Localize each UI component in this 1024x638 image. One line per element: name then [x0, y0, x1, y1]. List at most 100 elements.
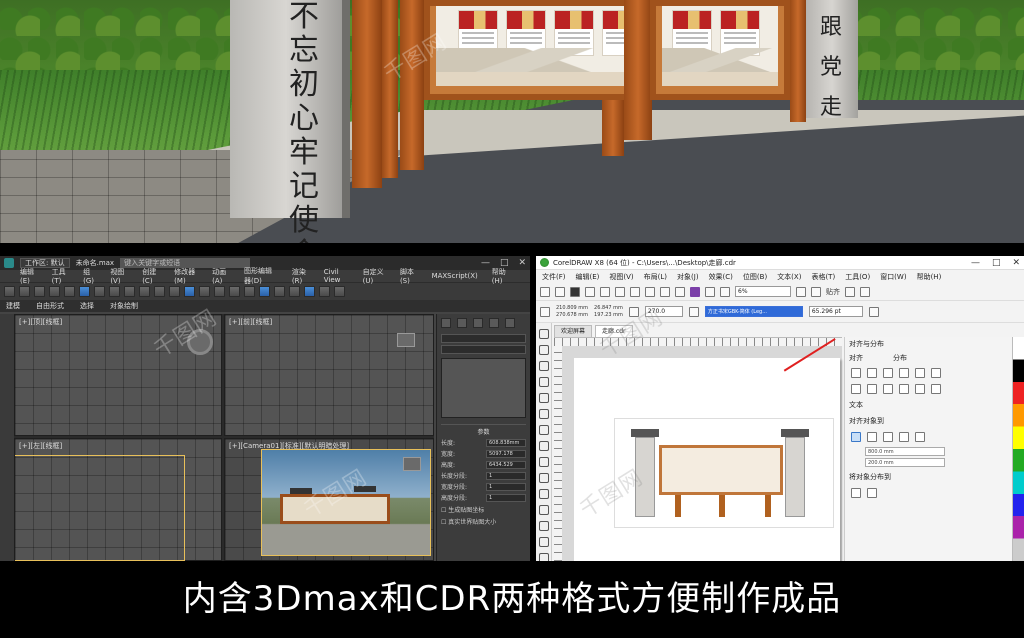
distribute-left-icon[interactable] [899, 368, 909, 378]
import-icon[interactable] [690, 286, 700, 297]
minimize-icon[interactable]: — [971, 258, 980, 268]
zoom-tool-icon[interactable] [538, 377, 549, 387]
object-name-field[interactable] [441, 334, 526, 343]
rectangle-tool-icon[interactable] [538, 425, 549, 435]
ribbon-tab[interactable]: 对象绘制 [110, 301, 138, 311]
render-setup-icon[interactable] [304, 286, 315, 297]
rect-select-icon[interactable] [109, 286, 120, 297]
pick-tool-icon[interactable] [538, 329, 549, 339]
parameter-value-field[interactable]: 1 [486, 482, 526, 491]
cdr-drawing-area[interactable] [554, 337, 842, 561]
menu-item[interactable]: 窗口(W) [880, 272, 906, 282]
print-icon[interactable] [585, 286, 595, 297]
align-right-icon[interactable] [883, 368, 893, 378]
color-palette[interactable] [1012, 337, 1024, 561]
distribute-bottom-icon[interactable] [931, 384, 941, 394]
menu-item[interactable]: 效果(C) [709, 272, 733, 282]
viewport-label[interactable]: [+][前][线框] [229, 317, 272, 327]
shape-tool-icon[interactable] [538, 345, 549, 355]
viewport-camera[interactable]: [+][Camera01][标准][默认明暗处理] [224, 438, 434, 561]
align-icon[interactable] [244, 286, 255, 297]
position-fields[interactable]: 210.809 mm 270.678 mm [556, 305, 588, 319]
menu-item[interactable]: 视图(V) [110, 267, 128, 285]
ribbon-tab[interactable]: 自由形式 [36, 301, 64, 311]
parallel-dimension-icon[interactable] [538, 489, 549, 499]
menu-item[interactable]: 编辑(E) [20, 267, 38, 285]
artistic-media-icon[interactable] [538, 409, 549, 419]
undo-icon[interactable] [645, 286, 655, 297]
menu-item[interactable]: 文本(X) [777, 272, 801, 282]
modifier-list[interactable] [441, 345, 526, 354]
rulers-icon[interactable] [811, 286, 821, 297]
hierarchy-tab-icon[interactable] [473, 318, 483, 328]
parameter-value-field[interactable]: 6434.529 [486, 460, 526, 469]
ribbon-tab[interactable]: 选择 [80, 301, 94, 311]
generate-mapping-checkbox[interactable]: ☐ 生成贴图坐标 [441, 505, 526, 514]
display-tab-icon[interactable] [505, 318, 515, 328]
pivot-icon[interactable] [169, 286, 180, 297]
eyedropper-icon[interactable] [538, 553, 549, 561]
launch-icon[interactable] [860, 286, 870, 297]
modifier-stack[interactable] [441, 358, 526, 418]
menu-item[interactable]: 工具(O) [845, 272, 870, 282]
active-objects-icon[interactable] [851, 432, 861, 442]
extent-of-page-icon[interactable] [867, 488, 877, 498]
size-fields[interactable]: 26.847 mm 197.23 mm [594, 305, 623, 319]
menu-item[interactable]: 视图(V) [609, 272, 633, 282]
align-left-icon[interactable] [851, 368, 861, 378]
open-icon[interactable] [555, 286, 565, 297]
close-icon[interactable]: ✕ [1012, 258, 1020, 268]
menu-item[interactable]: 表格(T) [811, 272, 835, 282]
viewport-left[interactable]: [+][左][线框] [14, 438, 222, 561]
bind-icon[interactable] [64, 286, 75, 297]
menu-item[interactable]: Civil View [324, 268, 349, 284]
link-icon[interactable] [34, 286, 45, 297]
viewport-label[interactable]: [+][顶][线框] [19, 317, 62, 327]
menu-item[interactable]: 创建(C) [142, 267, 160, 285]
grid-icon[interactable] [915, 432, 925, 442]
rotation-field[interactable]: 270.0 [644, 306, 683, 317]
width-field[interactable]: 26.847 mm [594, 305, 623, 312]
select-icon[interactable] [79, 286, 90, 297]
options-icon[interactable] [845, 286, 855, 297]
text-tool-icon[interactable] [538, 473, 549, 483]
maximize-icon[interactable]: □ [992, 258, 1001, 268]
scale-icon[interactable] [154, 286, 165, 297]
mirror-icon[interactable] [688, 306, 699, 317]
parameter-value-field[interactable]: 608.838mm [486, 438, 526, 447]
shadow-tool-icon[interactable] [538, 521, 549, 531]
polygon-tool-icon[interactable] [538, 457, 549, 467]
render-icon[interactable] [319, 286, 330, 297]
paste-icon[interactable] [630, 286, 640, 297]
vertical-ruler[interactable] [554, 346, 562, 561]
menu-item[interactable]: MAXScript(X) [432, 272, 478, 280]
viewcube-icon[interactable] [397, 333, 415, 347]
height-field[interactable]: 197.23 mm [594, 312, 623, 319]
select-by-name-icon[interactable] [94, 286, 105, 297]
parameter-value-field[interactable]: 1 [486, 493, 526, 502]
distribute-right-icon[interactable] [931, 368, 941, 378]
menu-item[interactable]: 帮助(H) [917, 272, 942, 282]
parameter-value-field[interactable]: 1 [486, 471, 526, 480]
render-frame-icon[interactable] [334, 286, 345, 297]
move-icon[interactable] [124, 286, 135, 297]
viewcube-icon[interactable] [403, 457, 421, 471]
cut-icon[interactable] [600, 286, 610, 297]
align-top-icon[interactable] [851, 384, 861, 394]
align-bottom-icon[interactable] [883, 384, 893, 394]
transparency-tool-icon[interactable] [538, 537, 549, 547]
menu-item[interactable]: 编辑(E) [576, 272, 600, 282]
search-icon[interactable] [675, 286, 685, 297]
menu-item[interactable]: 渲染(R) [292, 267, 310, 285]
fullscreen-icon[interactable] [796, 286, 806, 297]
menu-item[interactable]: 组(G) [83, 267, 96, 285]
menu-item[interactable]: 位图(B) [743, 272, 767, 282]
y-position-field[interactable]: 200.0 mm [865, 458, 945, 467]
crop-tool-icon[interactable] [538, 361, 549, 371]
viewport-label[interactable]: [+][左][线框] [19, 441, 62, 451]
modify-tab-icon[interactable] [457, 318, 467, 328]
export-icon[interactable] [705, 286, 715, 297]
menu-item[interactable]: 动画(A) [212, 267, 230, 285]
parameter-value-field[interactable]: 5097.178 [486, 449, 526, 458]
viewport-top[interactable]: [+][顶][线框] [14, 314, 222, 436]
